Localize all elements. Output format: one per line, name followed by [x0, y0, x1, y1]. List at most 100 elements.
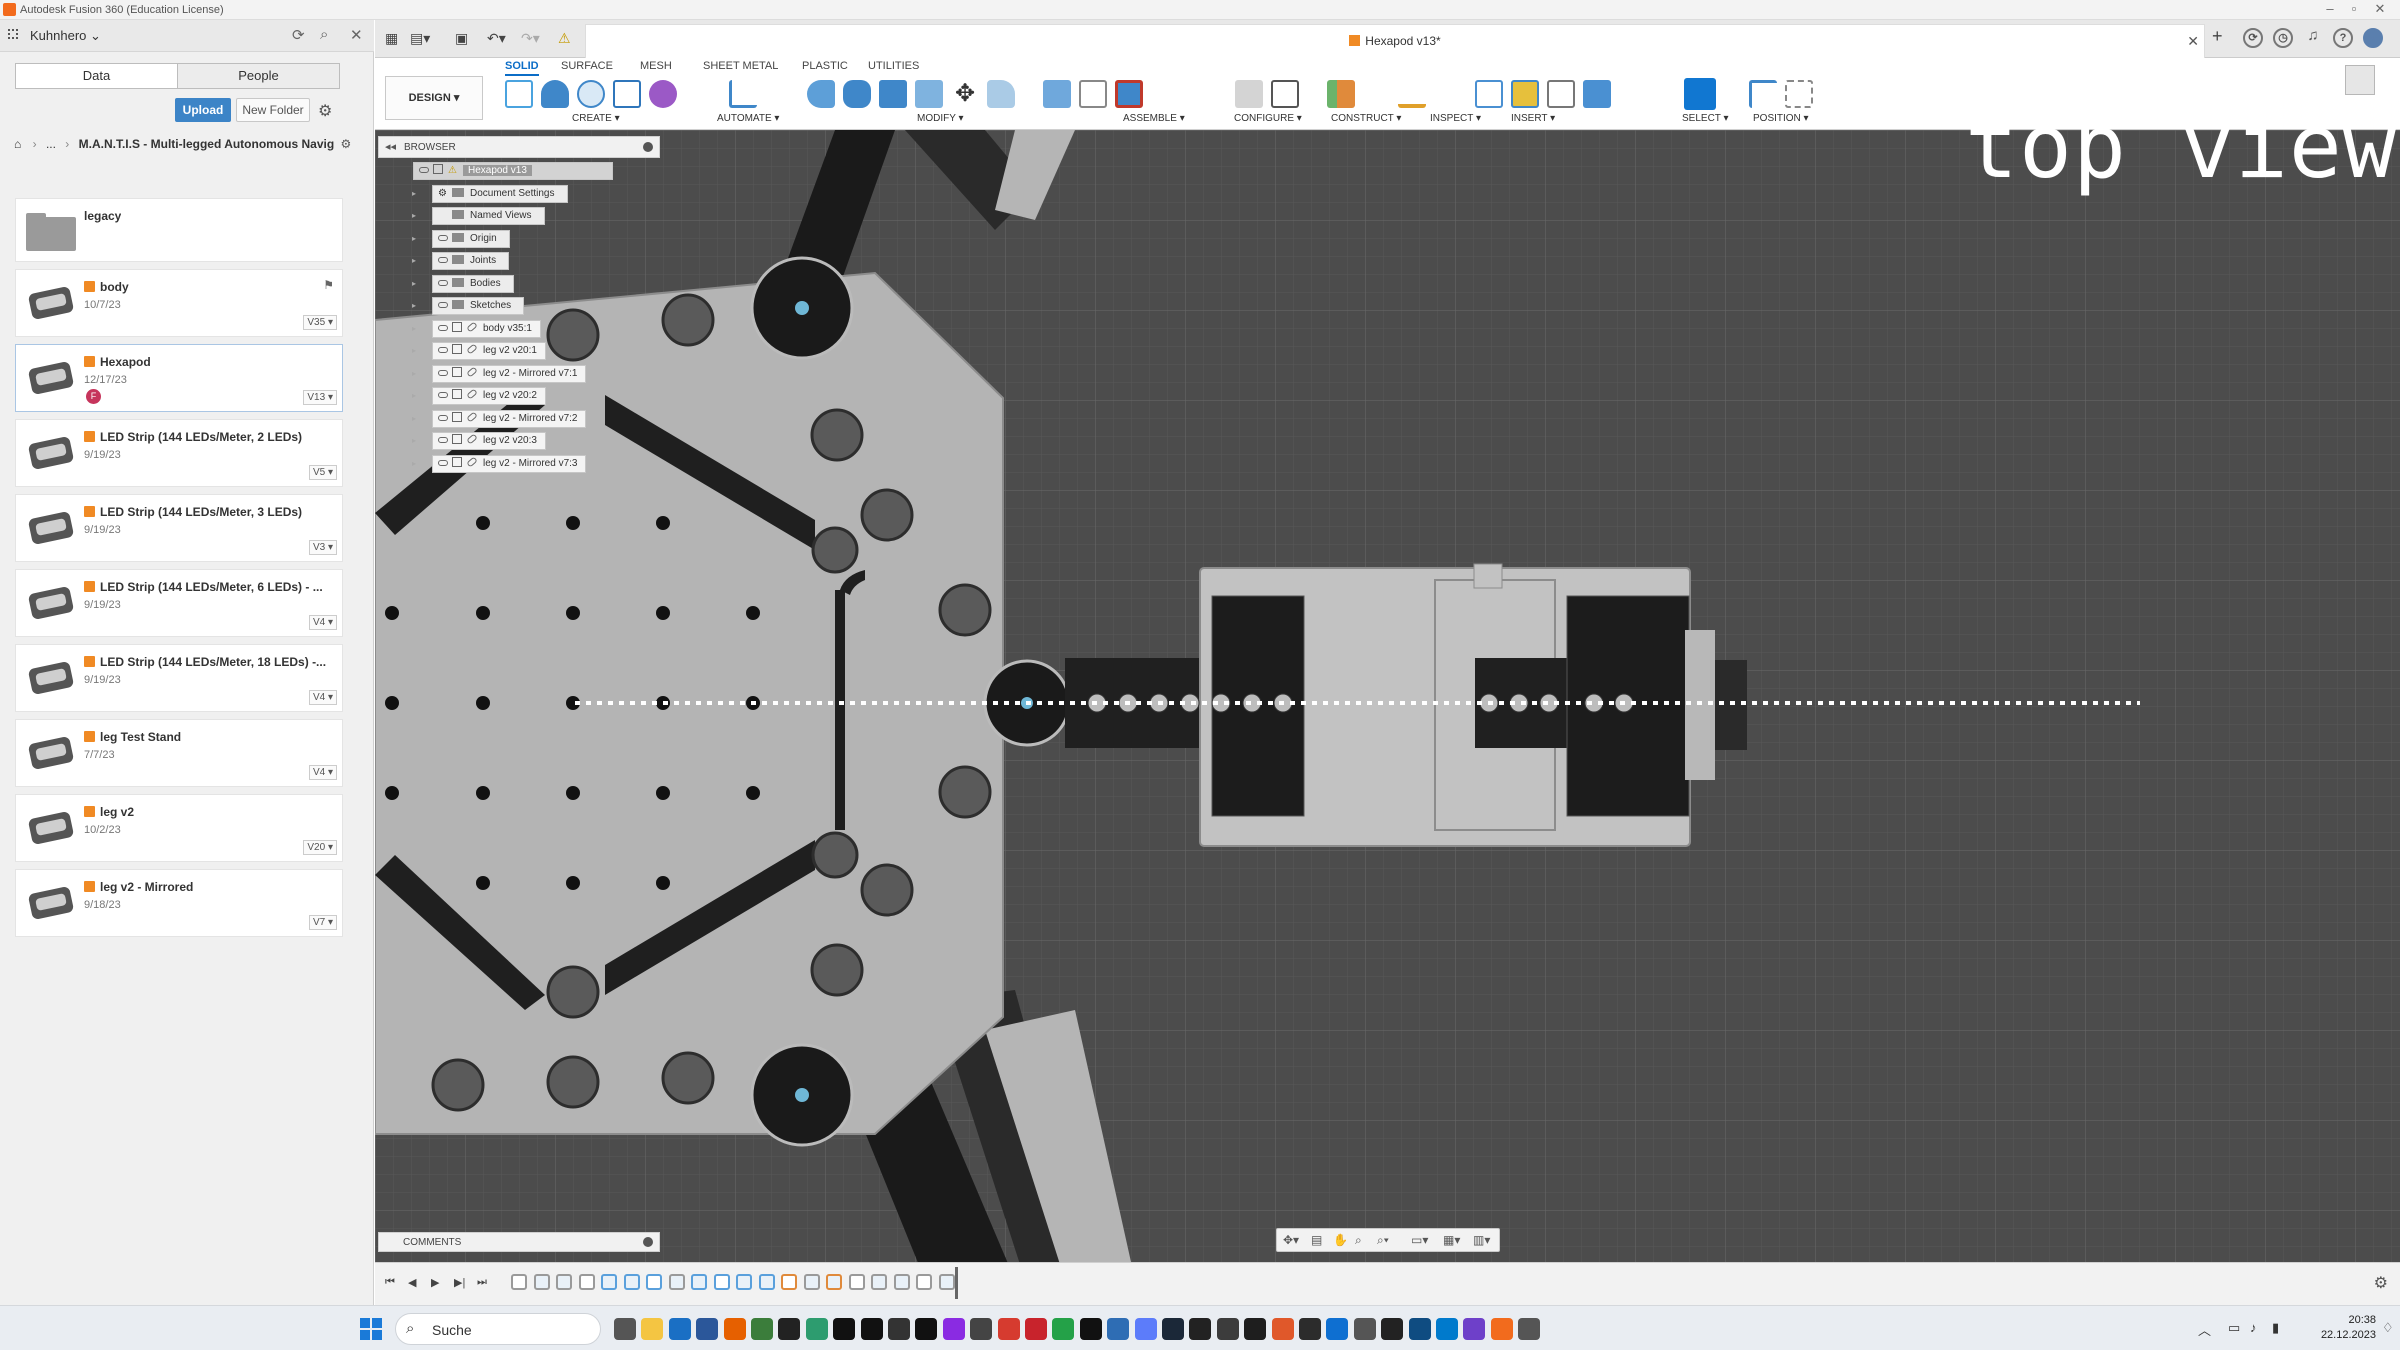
look-at-icon[interactable]: ▤ — [1311, 1233, 1322, 1247]
settings-gear-icon[interactable]: ⚙ — [318, 101, 332, 121]
step-forward-icon[interactable]: ▶| — [454, 1276, 465, 1289]
taskbar-app-icon[interactable] — [1381, 1318, 1404, 1340]
folder-item[interactable]: legacy — [15, 198, 343, 262]
document-tab[interactable]: Hexapod v13* ✕ — [585, 24, 2205, 58]
tab-surface[interactable]: SURFACE — [561, 60, 613, 72]
taskbar-app-icon[interactable] — [1353, 1318, 1376, 1340]
create-sketch-icon[interactable] — [505, 80, 533, 108]
file-item[interactable]: LED Strip (144 LEDs/Meter, 18 LEDs) -...… — [15, 644, 343, 712]
fillet-icon[interactable] — [843, 80, 871, 108]
version-dropdown[interactable]: V35 ▾ — [303, 315, 337, 330]
file-item[interactable]: body 10/7/23 V35 ▾ ⚑ — [15, 269, 343, 337]
collapse-icon[interactable]: ◂◂ — [385, 140, 396, 153]
minimize-icon[interactable]: – — [2318, 1, 2342, 16]
expand-arrow-icon[interactable]: ▸ — [412, 436, 416, 445]
taskbar-app-icon[interactable] — [1299, 1318, 1321, 1340]
browser-root-node[interactable]: ⚠ Hexapod v13 — [413, 162, 613, 180]
redo-icon[interactable]: ↷▾ — [521, 30, 540, 47]
taskbar-app-icon[interactable] — [1134, 1318, 1157, 1340]
taskbar-app-icon[interactable] — [1107, 1318, 1130, 1340]
go-to-start-icon[interactable]: ⏮ — [385, 1276, 395, 1289]
timeline-feature-icon[interactable] — [511, 1274, 527, 1290]
network-icon[interactable]: ▭ — [2228, 1320, 2240, 1336]
taskbar-app-icon[interactable] — [1436, 1318, 1458, 1340]
tab-data[interactable]: Data — [16, 64, 177, 88]
close-tab-icon[interactable]: ✕ — [2187, 33, 2199, 50]
timeline-feature-icon[interactable] — [646, 1274, 662, 1290]
press-pull-icon[interactable] — [807, 80, 835, 108]
taskbar-app-icon[interactable] — [888, 1318, 910, 1340]
tab-sheet-metal[interactable]: SHEET METAL — [703, 60, 778, 72]
warning-icon[interactable]: ⚠ — [558, 30, 571, 47]
automate-icon[interactable] — [729, 80, 757, 108]
taskbar-app-icon[interactable] — [1079, 1318, 1102, 1340]
windows-start-icon[interactable] — [360, 1318, 382, 1340]
pan-icon[interactable]: ✋ — [1333, 1233, 1348, 1247]
expand-arrow-icon[interactable]: ▸ — [412, 346, 416, 355]
team-switcher[interactable]: Kuhnhero ⌄ — [30, 28, 101, 44]
version-dropdown[interactable]: V4 ▾ — [308, 765, 337, 780]
file-item[interactable]: leg v2 - Mirrored 9/18/23 V7 ▾ — [15, 869, 343, 937]
file-item[interactable]: Hexapod 12/17/23 V13 ▾ F — [15, 344, 343, 412]
browser-component-node[interactable]: leg v2 v20:2 — [432, 387, 546, 405]
visibility-eye-icon[interactable] — [438, 257, 448, 263]
volume-icon[interactable]: ♪ — [2250, 1320, 2257, 1335]
browser-folder-node[interactable]: Named Views — [432, 207, 545, 225]
expand-arrow-icon[interactable]: ▸ — [412, 189, 416, 198]
timeline-feature-icon[interactable] — [713, 1274, 730, 1290]
play-icon[interactable]: ▶ — [431, 1276, 439, 1289]
version-dropdown[interactable]: V20 ▾ — [303, 840, 337, 855]
move-icon[interactable]: ✥ — [951, 80, 979, 108]
version-dropdown[interactable]: V4 ▾ — [308, 690, 337, 705]
notification-bell-icon[interactable]: ♢ — [2382, 1320, 2394, 1336]
visibility-eye-icon[interactable] — [419, 167, 429, 173]
tab-solid[interactable]: SOLID — [505, 60, 539, 76]
project-settings-icon[interactable]: ⚙ — [341, 137, 352, 151]
maximize-icon[interactable]: ▫ — [2342, 1, 2366, 16]
display-settings-icon[interactable]: ▭▾ — [1411, 1233, 1428, 1247]
file-menu-icon[interactable]: ▤▾ — [410, 30, 430, 47]
browser-component-node[interactable]: leg v2 v20:3 — [432, 432, 546, 450]
tab-plastic[interactable]: PLASTIC — [802, 60, 848, 72]
taskbar-app-icon[interactable] — [751, 1318, 773, 1340]
construct-plane-icon[interactable] — [613, 80, 641, 108]
comments-panel[interactable]: COMMENTS — [378, 1232, 660, 1252]
browser-folder-node[interactable]: Origin — [432, 229, 510, 248]
modify-menu[interactable]: MODIFY ▾ — [917, 113, 964, 124]
revolve-icon[interactable] — [577, 80, 605, 108]
taskbar-app-icon[interactable] — [915, 1318, 938, 1340]
taskbar-app-icon[interactable] — [970, 1318, 993, 1340]
battery-icon[interactable]: ▮ — [2272, 1320, 2279, 1336]
visibility-eye-icon[interactable] — [438, 279, 448, 286]
orbit-icon[interactable]: ✥▾ — [1283, 1233, 1299, 1247]
timeline-marker[interactable] — [955, 1267, 958, 1299]
insert-menu[interactable]: INSERT ▾ — [1511, 113, 1555, 124]
visibility-eye-icon[interactable] — [438, 347, 448, 353]
timeline-feature-icon[interactable] — [803, 1274, 820, 1290]
timeline-settings-icon[interactable]: ⚙ — [2374, 1273, 2388, 1293]
browser-component-node[interactable]: leg v2 - Mirrored v7:3 — [432, 454, 587, 473]
timeline-feature-icon[interactable] — [691, 1274, 707, 1290]
save-icon[interactable]: ▣ — [455, 30, 468, 47]
automate-menu[interactable]: AUTOMATE ▾ — [717, 113, 779, 124]
expand-arrow-icon[interactable]: ▸ — [412, 211, 416, 220]
assemble-menu[interactable]: ASSEMBLE ▾ — [1123, 113, 1185, 124]
tab-people[interactable]: People — [177, 64, 339, 88]
taskbar-app-icon[interactable] — [1244, 1318, 1267, 1340]
visibility-eye-icon[interactable] — [438, 459, 448, 466]
timeline-feature-icon[interactable] — [623, 1274, 640, 1290]
browser-folder-node[interactable]: Bodies — [432, 274, 514, 293]
visibility-eye-icon[interactable] — [438, 437, 448, 443]
form-icon[interactable] — [649, 80, 677, 108]
position-menu[interactable]: POSITION ▾ — [1753, 113, 1809, 124]
taskbar-app-icon[interactable] — [1271, 1318, 1294, 1340]
select-cursor-icon[interactable] — [1684, 78, 1716, 110]
joint-icon[interactable] — [1079, 80, 1107, 108]
viewports-icon[interactable]: ▥▾ — [1473, 1233, 1490, 1247]
split-body-icon[interactable] — [987, 80, 1015, 108]
close-panel-icon[interactable]: ✕ — [350, 26, 363, 44]
construct-menu[interactable]: CONSTRUCT ▾ — [1331, 113, 1401, 124]
create-menu[interactable]: CREATE ▾ — [572, 113, 620, 124]
taskbar-app-icon[interactable] — [778, 1318, 801, 1340]
shell-icon[interactable] — [915, 80, 943, 108]
